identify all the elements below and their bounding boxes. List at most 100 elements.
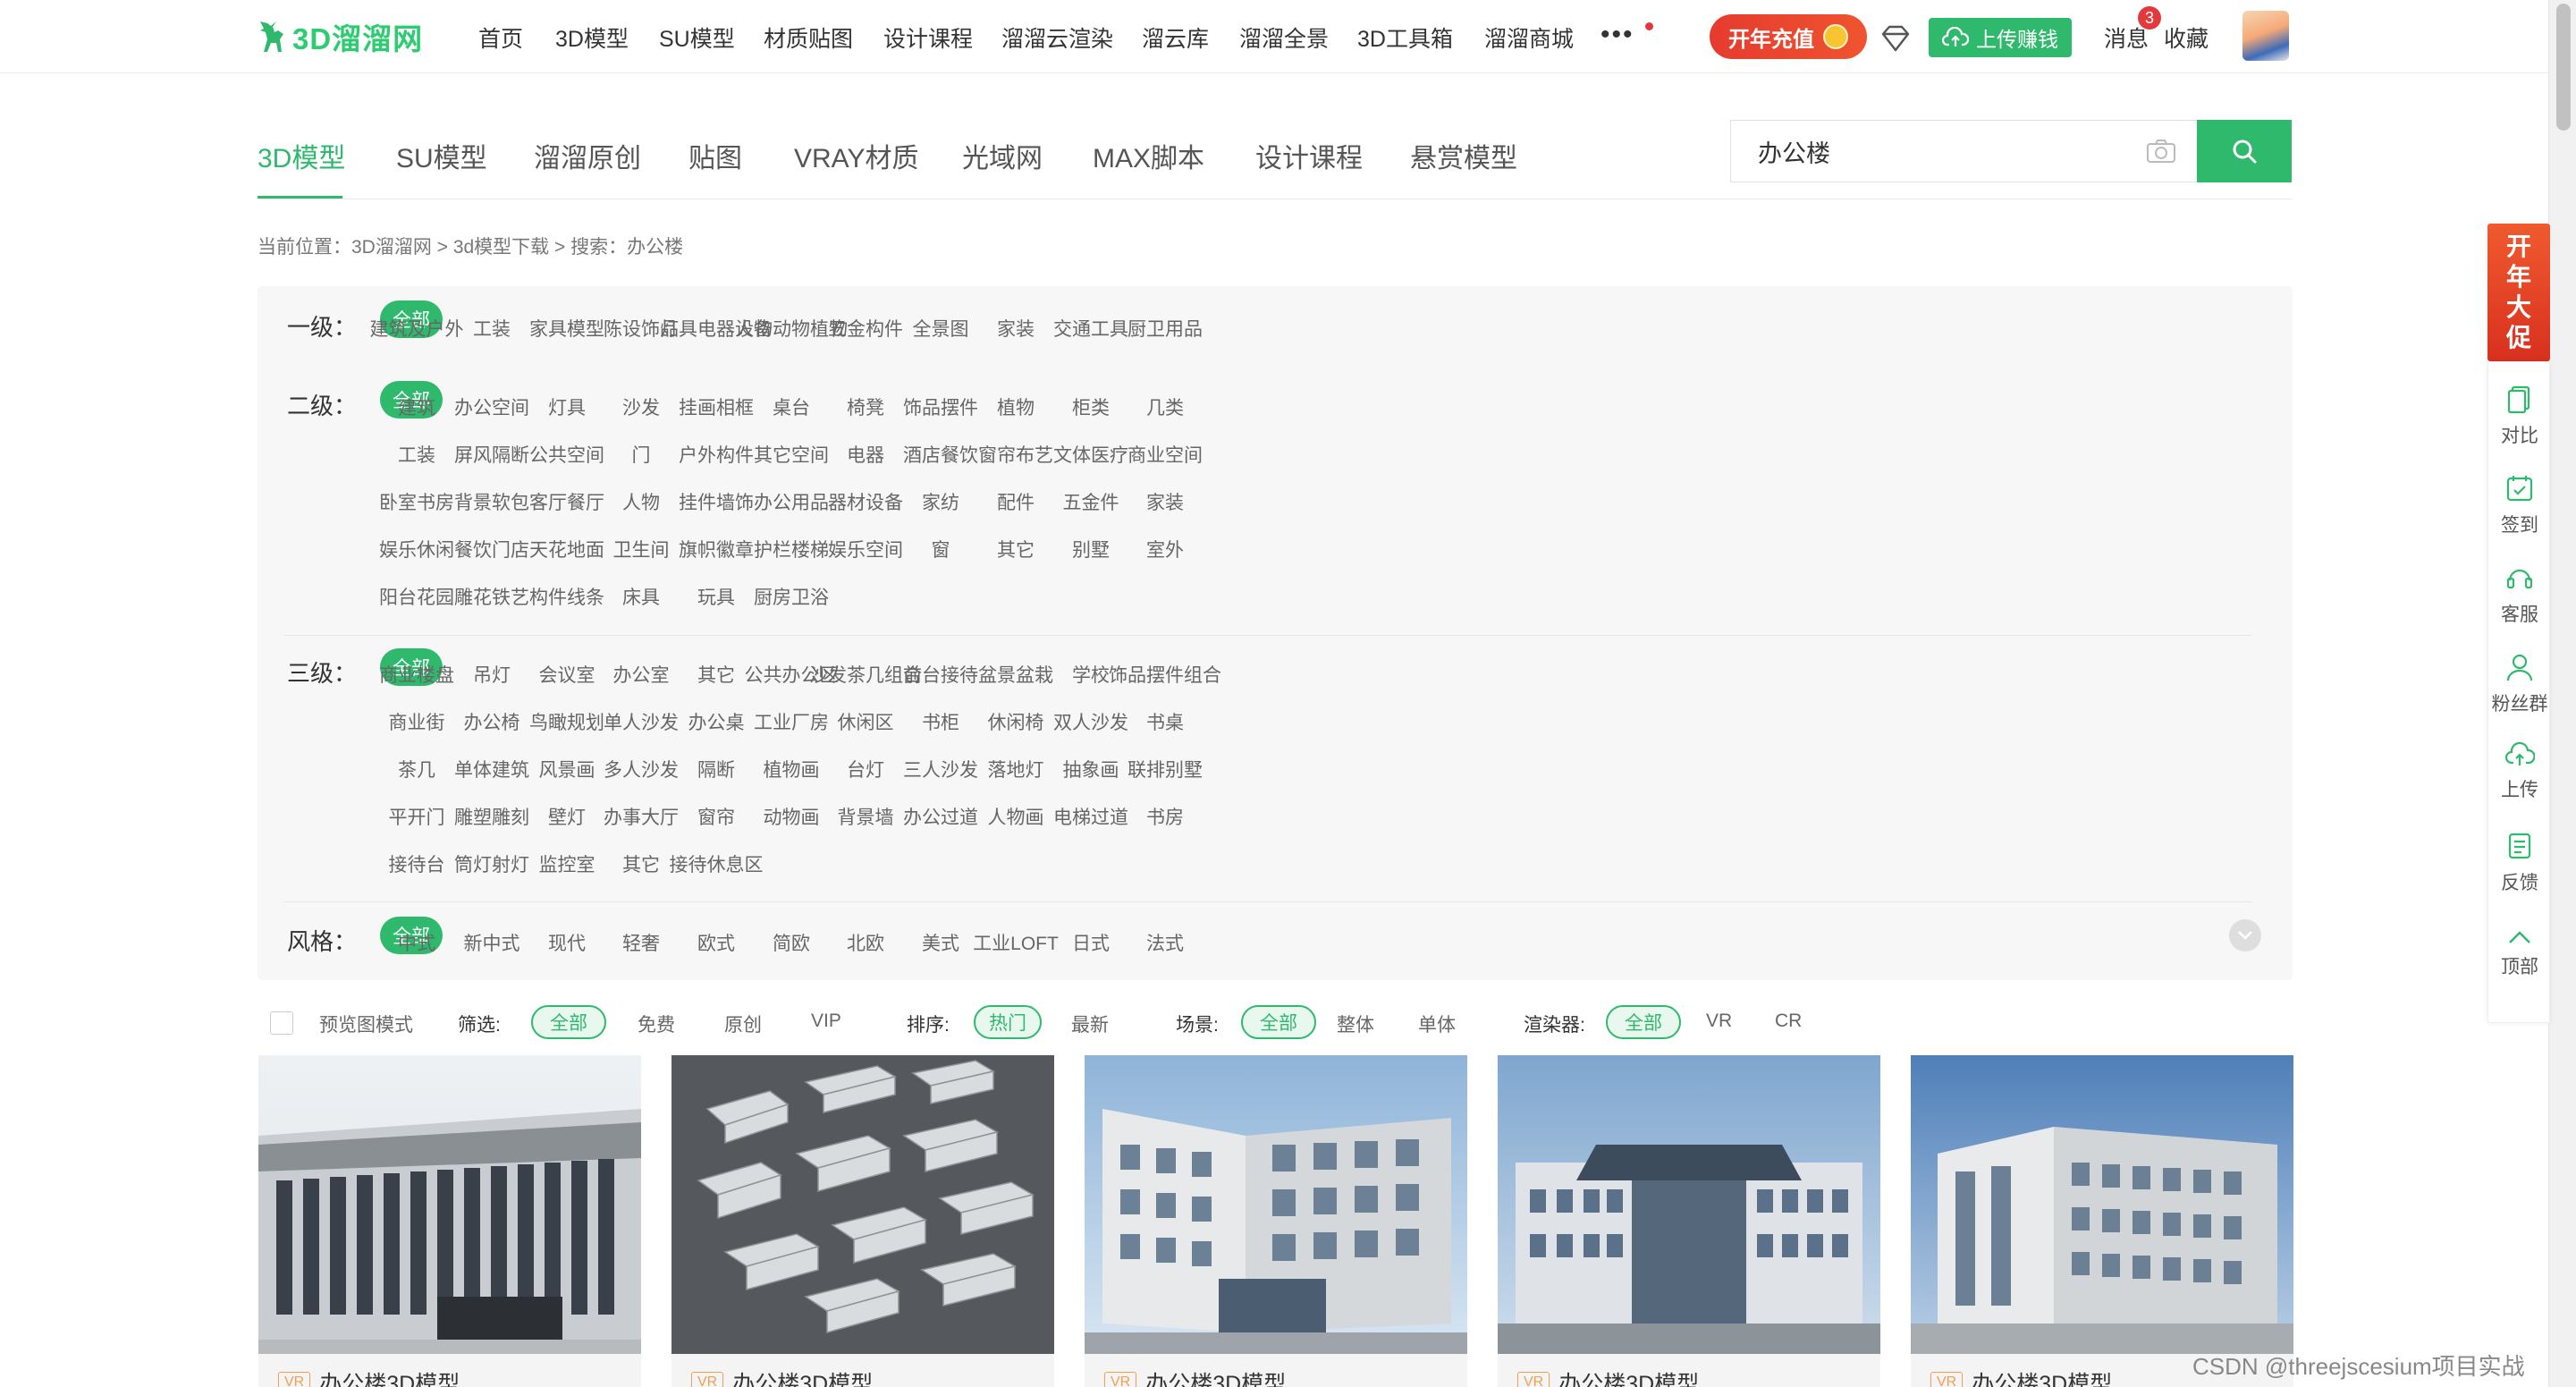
filter-level3-option[interactable]: 三人沙发 — [903, 756, 978, 782]
filter-level2-option[interactable]: 人物 — [622, 488, 660, 515]
filter-level3-option[interactable]: 商业街 — [389, 708, 445, 735]
filter-level1-option[interactable]: 全景图 — [913, 315, 969, 342]
filter-level3-option[interactable]: 工业厂房 — [754, 708, 829, 735]
nav-mall[interactable]: 溜溜商城 — [1484, 21, 1574, 54]
filter-level3-option[interactable]: 会议室 — [539, 661, 595, 688]
model-card-label[interactable]: VR 办公楼3D模型 — [1104, 1366, 1286, 1387]
filter-level2-option[interactable]: 天花地面 — [529, 536, 604, 562]
preview-mode-checkbox[interactable] — [270, 1011, 293, 1035]
filter-level3-option[interactable]: 双人沙发 — [1053, 708, 1128, 735]
filter-level3-option[interactable]: 电梯过道 — [1053, 803, 1128, 830]
filter-level3-option[interactable]: 书桌 — [1146, 708, 1184, 735]
model-thumbnail[interactable] — [1911, 1055, 2293, 1354]
filter-level3-option[interactable]: 单人沙发 — [604, 708, 679, 735]
scene-option-all[interactable]: 全部 — [1241, 1005, 1316, 1039]
filter-level2-option[interactable]: 器材设备 — [828, 488, 903, 515]
filter-level2-option[interactable]: 家纺 — [922, 488, 959, 515]
nav-cloud-render[interactable]: 溜溜云渲染 — [1001, 21, 1113, 54]
filter-level2-option[interactable]: 户外构件 — [679, 441, 754, 468]
filter-level3-option[interactable]: 饰品摆件组合 — [1109, 661, 1221, 688]
filter-level3-option[interactable]: 其它 — [697, 661, 735, 688]
filter-level3-option[interactable]: 接待休息区 — [670, 850, 764, 877]
search-button[interactable] — [2197, 120, 2292, 182]
sidebar-item-upload[interactable]: 上传 — [2488, 741, 2551, 802]
filter-level3-option[interactable]: 联排别墅 — [1128, 756, 1203, 782]
model-title[interactable]: 办公楼3D模型 — [319, 1366, 460, 1387]
filter-style-option[interactable]: 现代 — [548, 929, 586, 956]
filter-style-option[interactable]: 美式 — [922, 929, 959, 956]
filter-level2-option[interactable]: 办公空间 — [454, 393, 529, 420]
model-thumbnail[interactable] — [258, 1055, 641, 1354]
filter-level3-option[interactable]: 休闲椅 — [988, 708, 1044, 735]
filter-option-free[interactable]: 免费 — [638, 1011, 675, 1037]
filter-style-option[interactable]: 简欧 — [773, 929, 810, 956]
model-thumbnail[interactable] — [1498, 1055, 1880, 1354]
filter-level3-option[interactable]: 植物画 — [764, 756, 820, 782]
filter-level2-option[interactable]: 室外 — [1146, 536, 1184, 562]
filter-level2-option[interactable]: 床具 — [622, 583, 660, 610]
filter-level3-option[interactable]: 窗帘 — [697, 803, 735, 830]
filter-level2-option[interactable]: 餐饮门店 — [454, 536, 529, 562]
filter-level3-option[interactable]: 多人沙发 — [604, 756, 679, 782]
tab-vray-materials[interactable]: VRAY材质 — [794, 136, 918, 175]
scene-option-single[interactable]: 单体 — [1418, 1011, 1456, 1037]
model-card[interactable]: VR 办公楼3D模型 — [258, 1055, 641, 1387]
nav-3d-models[interactable]: 3D模型 — [555, 21, 629, 54]
filter-level2-option[interactable]: 植物 — [997, 393, 1035, 420]
filter-level2-option[interactable]: 配件 — [997, 488, 1035, 515]
filter-level2-option[interactable]: 玩具 — [697, 583, 735, 610]
filter-level2-option[interactable]: 卫生间 — [613, 536, 670, 562]
search-input[interactable] — [1758, 121, 2133, 182]
model-thumbnail[interactable] — [671, 1055, 1054, 1354]
filter-level2-option[interactable]: 护栏楼梯 — [754, 536, 829, 562]
filter-level1-option[interactable]: 家装 — [997, 315, 1035, 342]
filter-level3-option[interactable]: 鸟瞰规划 — [529, 708, 604, 735]
model-card[interactable]: VR 办公楼3D模型 — [1085, 1055, 1467, 1387]
filter-level3-option[interactable]: 其它 — [622, 850, 660, 877]
filter-level2-option[interactable]: 别墅 — [1072, 536, 1110, 562]
filter-level1-option[interactable]: 工装 — [473, 315, 511, 342]
model-card[interactable]: VR 办公楼3D模型 — [1498, 1055, 1880, 1387]
filter-level2-option[interactable]: 商业空间 — [1128, 441, 1203, 468]
sidebar-item-checkin[interactable]: 签到 — [2488, 473, 2551, 537]
filter-level3-option[interactable]: 商业楼盘 — [379, 661, 454, 688]
filter-level3-option[interactable]: 办公椅 — [464, 708, 520, 735]
filter-level3-option[interactable]: 书柜 — [922, 708, 959, 735]
filter-level2-option[interactable]: 窗 — [932, 536, 950, 562]
sidebar-item-compare[interactable]: 对比 — [2488, 384, 2551, 448]
filter-level3-option[interactable]: 壁灯 — [548, 803, 586, 830]
filter-level2-option[interactable]: 电器 — [847, 441, 884, 468]
filter-level3-option[interactable]: 办事大厅 — [604, 803, 679, 830]
filter-level1-option[interactable]: 建筑及户外 — [370, 315, 464, 342]
filter-level2-option[interactable]: 文体医疗 — [1053, 441, 1128, 468]
preview-mode-label[interactable]: 预览图模式 — [319, 1011, 413, 1037]
filter-level2-option[interactable]: 卧室书房 — [379, 488, 454, 515]
upload-earn-button[interactable]: 上传赚钱 — [1929, 18, 2072, 57]
nav-toolbox[interactable]: 3D工具箱 — [1357, 21, 1453, 54]
filter-level3-option[interactable]: 抽象画 — [1063, 756, 1119, 782]
filter-level2-option[interactable]: 娱乐休闲 — [379, 536, 454, 562]
model-card-label[interactable]: VR 办公楼3D模型 — [278, 1366, 460, 1387]
sidebar-item-back-to-top[interactable]: 顶部 — [2488, 929, 2551, 979]
filter-level2-option[interactable]: 挂件墙饰 — [679, 488, 754, 515]
filter-level2-option[interactable]: 娱乐空间 — [828, 536, 903, 562]
filter-level3-option[interactable]: 单体建筑 — [454, 756, 529, 782]
filter-level2-option[interactable]: 建筑 — [398, 393, 435, 420]
model-title[interactable]: 办公楼3D模型 — [732, 1366, 873, 1387]
filter-level3-option[interactable]: 办公室 — [613, 661, 670, 688]
nav-panorama[interactable]: 溜溜全景 — [1239, 21, 1329, 54]
filter-level3-option[interactable]: 前台接待 — [903, 661, 978, 688]
nav-textures[interactable]: 材质贴图 — [764, 21, 853, 54]
model-title[interactable]: 办公楼3D模型 — [1972, 1366, 2112, 1387]
filter-level1-option[interactable]: 五金构件 — [828, 315, 903, 342]
filter-level2-option[interactable]: 椅凳 — [847, 393, 884, 420]
tab-max-scripts[interactable]: MAX脚本 — [1093, 136, 1204, 175]
favorites-link[interactable]: 收藏 — [2164, 21, 2209, 54]
filter-level3-option[interactable]: 动物画 — [764, 803, 820, 830]
sidebar-item-feedback[interactable]: 反馈 — [2488, 831, 2551, 895]
filter-level1-option[interactable]: 交通工具 — [1053, 315, 1128, 342]
sidebar-item-support[interactable]: 客服 — [2488, 562, 2551, 627]
filter-level1-option[interactable]: 厨卫用品 — [1128, 315, 1203, 342]
filter-level3-option[interactable]: 平开门 — [389, 803, 445, 830]
model-card-label[interactable]: VR 办公楼3D模型 — [691, 1366, 873, 1387]
